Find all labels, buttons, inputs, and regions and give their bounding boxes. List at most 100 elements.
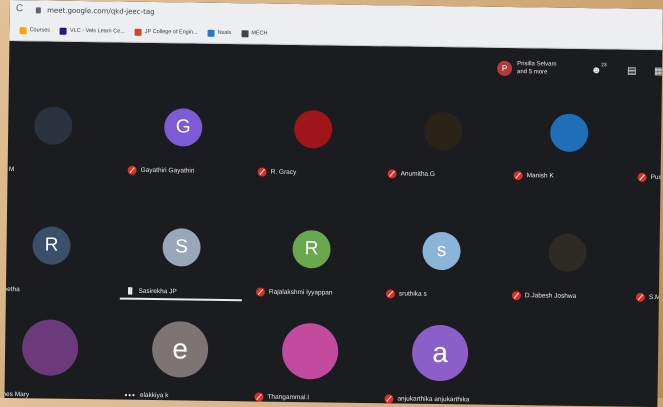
participant-avatar: a [411, 324, 469, 382]
participant-name-row: Manish K [513, 171, 554, 181]
reload-icon[interactable]: C [16, 3, 23, 14]
participant-avatar: R [32, 226, 71, 265]
participant-name: Anumitha.G [400, 170, 435, 178]
bookmark-jp-college[interactable]: JP College of Engin... [134, 28, 198, 36]
participant-name: Rajalakshmi Iyyappan [268, 288, 333, 297]
participant-name: i Seetha [4, 285, 20, 294]
bookmark-icon [207, 29, 215, 37]
participant-name: sruthika s [398, 290, 427, 298]
url-text: meet.google.com/qkd-jeec-tag [47, 6, 155, 17]
participant-avatar [423, 111, 463, 151]
participant-avatar: S [162, 228, 201, 267]
participant-name: R. Gracy [270, 168, 297, 177]
participant-name-row: sruthika s [385, 289, 427, 299]
participant-avatar: R [292, 229, 331, 269]
participant-name-row: Pushp [637, 172, 663, 182]
participant-name-row: ▐▌ Sasirekha JP [126, 288, 177, 296]
activities-icon[interactable]: ▦ [654, 66, 663, 78]
bookmark-icon [19, 26, 27, 34]
participant-name: Agnes Mary [4, 390, 30, 399]
bookmark-mech[interactable]: MECH [241, 29, 268, 37]
participant-name: Sasirekha JP [138, 287, 177, 296]
participant-tile[interactable]: G Gayathiri Gayathiri [117, 88, 248, 185]
more-options-icon[interactable]: ••• [124, 391, 136, 400]
chat-icon[interactable]: ▤ [627, 66, 641, 78]
mic-off-icon [637, 172, 647, 182]
participant-avatar [33, 106, 73, 145]
participant-tile[interactable]: Pushp [627, 95, 663, 192]
participant-name: anjukarthika anjukarthika [397, 395, 470, 404]
participant-name-row: Rajalakshmi Iyyappan [255, 287, 333, 297]
participant-tile[interactable]: Manish K [503, 93, 634, 190]
participant-name: rga M [4, 165, 15, 174]
screen: C meet.google.com/qkd-jeec-tag Courses V… [4, 0, 663, 407]
mic-off-icon [385, 289, 395, 299]
bookmark-icon [60, 27, 68, 35]
participant-name-row: Gayathiri Gayathiri [127, 165, 195, 176]
mic-off-icon [257, 167, 267, 177]
participant-count: 23 [601, 62, 607, 69]
participant-name-row: Agnes Mary [4, 391, 29, 398]
speaking-bar [119, 297, 242, 302]
bookmark-icon [241, 29, 249, 37]
participant-tile[interactable]: s sruthika s [376, 211, 507, 308]
participant-tile[interactable]: Ri Seetha [4, 206, 117, 303]
participant-avatar: s [422, 231, 461, 271]
participant-tile[interactable]: rga M [4, 86, 118, 183]
participant-tile[interactable]: a anjukarthika anjukarthika [374, 316, 505, 407]
presenter-chip[interactable]: P Prisilla Selvam and 5 more [496, 60, 557, 77]
participant-name-row: D.Jabesh Joshwa [511, 291, 577, 301]
mic-off-icon [255, 287, 266, 297]
participant-tile[interactable]: R Rajalakshmi Iyyappan [246, 209, 377, 306]
participant-name-row: rga M [4, 166, 14, 173]
participant-avatar [293, 109, 333, 149]
participant-name: D.Jabesh Joshwa [524, 292, 577, 300]
mic-off-icon [387, 169, 397, 179]
participant-avatar [281, 322, 339, 380]
mic-off-icon [254, 392, 264, 402]
presenter-avatar: P [496, 60, 513, 76]
lock-icon [35, 7, 41, 14]
meet-top-bar: P Prisilla Selvam and 5 more ☻ 23 ▤ ▦ [9, 49, 663, 88]
participant-name: Manish K [526, 172, 554, 180]
participant-tile[interactable]: S.Mari [626, 215, 663, 312]
participant-tile[interactable]: S ▐▌ Sasirekha JP [116, 208, 247, 305]
participant-name-row: S.Mari [635, 292, 663, 302]
bookmark-courses[interactable]: Courses [19, 26, 51, 34]
address-bar[interactable]: meet.google.com/qkd-jeec-tag [35, 4, 155, 19]
participant-tile[interactable]: Agnes Mary [4, 311, 115, 407]
participant-name-row: Thangammal.I [254, 392, 309, 402]
mic-off-icon [127, 165, 137, 175]
participant-name: Pushp [650, 173, 663, 182]
participant-avatar: G [163, 108, 203, 147]
participant-name-row: anjukarthika anjukarthika [384, 394, 469, 404]
participant-name: S.Mari [648, 293, 663, 302]
participant-tile[interactable]: R. Gracy [247, 89, 378, 186]
bookmark-nxals[interactable]: Nxals [207, 29, 232, 37]
participant-avatar [21, 319, 79, 376]
participant-name-row: R. Gracy [257, 167, 297, 177]
bookmark-vlc[interactable]: VLC - Vels Learn Ce... [60, 27, 125, 35]
meet-grid: P Prisilla Selvam and 5 more ☻ 23 ▤ ▦ rga… [4, 41, 663, 407]
participant-name: elakkiya k [139, 391, 169, 400]
speaking-indicator-icon: ▐▌ [125, 288, 135, 295]
participant-avatar: e [151, 321, 209, 378]
mic-off-icon [384, 394, 394, 404]
bookmark-icon [134, 28, 142, 36]
participant-tile[interactable]: Thangammal.I [244, 314, 375, 407]
mic-off-icon [635, 292, 645, 302]
people-icon[interactable]: ☻ 23 [591, 62, 607, 77]
participant-name: Thangammal.I [267, 393, 310, 402]
participant-avatar [548, 233, 587, 273]
participant-name: Gayathiri Gayathiri [140, 166, 195, 175]
participant-tile[interactable]: D.Jabesh Joshwa [502, 213, 633, 310]
participant-avatar [549, 113, 589, 153]
participant-name-row: Anumitha.G [387, 169, 435, 179]
mic-off-icon [511, 291, 521, 301]
participant-tile[interactable]: Anumitha.G [377, 91, 508, 188]
participant-name-row: i Seetha [4, 286, 19, 293]
presenter-text: Prisilla Selvam and 5 more [517, 61, 557, 76]
participant-tile[interactable]: e ••• elakkiya k [114, 313, 245, 407]
mic-off-icon [513, 171, 523, 181]
participant-name-row: ••• elakkiya k [124, 391, 168, 401]
